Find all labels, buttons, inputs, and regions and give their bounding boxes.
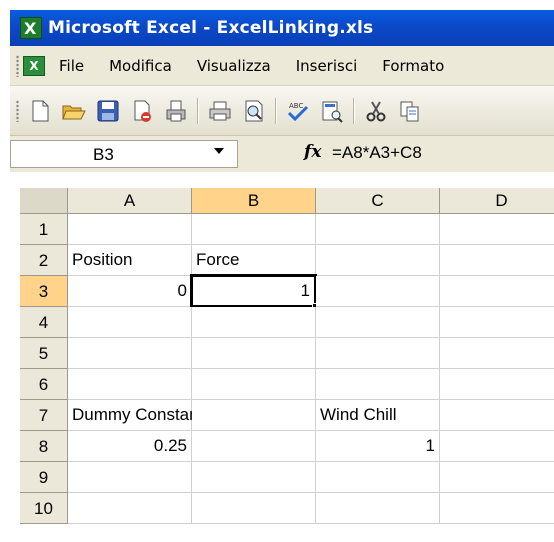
cell-a10[interactable] xyxy=(68,493,192,524)
menu-file[interactable]: File xyxy=(59,57,84,75)
cell-d6[interactable] xyxy=(440,369,554,400)
cell-b1[interactable] xyxy=(192,214,316,245)
row-header-1[interactable]: 1 xyxy=(20,214,68,245)
open-folder-icon[interactable] xyxy=(61,98,87,124)
toolbar-separator xyxy=(353,97,355,124)
insert-function-icon[interactable]: fx xyxy=(304,142,321,162)
window-title: Microsoft Excel - ExcelLinking.xls xyxy=(48,18,374,38)
cell-a8[interactable]: 0.25 xyxy=(68,431,192,462)
name-box-value: B3 xyxy=(93,145,114,164)
spelling-icon[interactable]: ABC xyxy=(285,98,311,124)
cell-c3[interactable] xyxy=(316,276,440,307)
row-header-10[interactable]: 10 xyxy=(20,493,68,524)
new-document-icon[interactable] xyxy=(27,98,53,124)
formula-input[interactable]: =A8*A3+C8 xyxy=(332,143,422,163)
cell-b2[interactable]: Force xyxy=(192,245,316,276)
cell-b3[interactable]: 1 xyxy=(190,274,317,308)
cell-a9[interactable] xyxy=(68,462,192,493)
excel-app-icon[interactable]: X xyxy=(20,17,42,39)
cell-d2[interactable] xyxy=(440,245,554,276)
research-icon[interactable] xyxy=(319,98,345,124)
cell-d3[interactable] xyxy=(440,276,554,307)
cell-c9[interactable] xyxy=(316,462,440,493)
menu-modifica[interactable]: Modifica xyxy=(109,57,172,75)
toolbar-grip-handle[interactable] xyxy=(16,99,19,122)
cell-b10[interactable] xyxy=(192,493,316,524)
toolbar-separator xyxy=(275,97,277,124)
cell-c4[interactable] xyxy=(316,307,440,338)
cell-c7[interactable]: Wind Chill xyxy=(316,400,440,431)
name-box[interactable]: B3 xyxy=(10,140,238,168)
print-preview-icon[interactable] xyxy=(241,98,267,124)
row-header-4[interactable]: 4 xyxy=(20,307,68,338)
workbook-icon[interactable]: X xyxy=(23,55,45,76)
row-header-7[interactable]: 7 xyxy=(20,400,68,431)
cell-a2[interactable]: Position xyxy=(68,245,192,276)
row-header-6[interactable]: 6 xyxy=(20,369,68,400)
menu-formato[interactable]: Formato xyxy=(382,57,444,75)
row-header-8[interactable]: 8 xyxy=(20,431,68,462)
cell-c8[interactable]: 1 xyxy=(316,431,440,462)
row-header-3[interactable]: 3 xyxy=(20,276,68,307)
save-icon[interactable] xyxy=(95,98,121,124)
cell-c6[interactable] xyxy=(316,369,440,400)
toolbar-grip-handle[interactable] xyxy=(16,54,19,77)
row-header-2[interactable]: 2 xyxy=(20,245,68,276)
menu-bar: X File Modifica Visualizza Inserisci For… xyxy=(10,46,554,86)
cell-a4[interactable] xyxy=(68,307,192,338)
cell-d5[interactable] xyxy=(440,338,554,369)
copy-icon[interactable] xyxy=(397,98,423,124)
row-header-5[interactable]: 5 xyxy=(20,338,68,369)
cut-icon[interactable] xyxy=(363,98,389,124)
cell-b5[interactable] xyxy=(192,338,316,369)
cell-b4[interactable] xyxy=(192,307,316,338)
menu-inserisci[interactable]: Inserisci xyxy=(296,57,358,75)
cell-d8[interactable] xyxy=(440,431,554,462)
cell-c10[interactable] xyxy=(316,493,440,524)
cell-b9[interactable] xyxy=(192,462,316,493)
toolbar-separator xyxy=(197,97,199,124)
cell-d7[interactable] xyxy=(440,400,554,431)
standard-toolbar: ABC xyxy=(10,86,554,136)
column-header-a[interactable]: A xyxy=(68,188,192,214)
cell-c5[interactable] xyxy=(316,338,440,369)
print-area-icon[interactable] xyxy=(163,98,189,124)
permission-icon[interactable] xyxy=(129,98,155,124)
cell-c2[interactable] xyxy=(316,245,440,276)
select-all-corner[interactable] xyxy=(20,188,68,214)
name-box-dropdown-icon[interactable] xyxy=(214,148,224,154)
cell-c1[interactable] xyxy=(316,214,440,245)
cell-d10[interactable] xyxy=(440,493,554,524)
cell-d4[interactable] xyxy=(440,307,554,338)
cell-b7[interactable] xyxy=(192,400,316,431)
cell-b8[interactable] xyxy=(192,431,316,462)
title-bar: X Microsoft Excel - ExcelLinking.xls xyxy=(10,10,554,46)
row-header-9[interactable]: 9 xyxy=(20,462,68,493)
print-icon[interactable] xyxy=(207,98,233,124)
column-header-b[interactable]: B xyxy=(192,188,316,214)
cell-a3[interactable]: 0 xyxy=(68,276,192,307)
column-header-d[interactable]: D xyxy=(440,188,554,214)
cell-a5[interactable] xyxy=(68,338,192,369)
formula-bar: B3 fx =A8*A3+C8 xyxy=(10,136,554,172)
cell-a6[interactable] xyxy=(68,369,192,400)
menu-visualizza[interactable]: Visualizza xyxy=(197,57,271,75)
column-header-c[interactable]: C xyxy=(316,188,440,214)
cell-b6[interactable] xyxy=(192,369,316,400)
cell-a7[interactable]: Dummy Constant xyxy=(68,400,203,431)
cell-a1[interactable] xyxy=(68,214,192,245)
cell-d1[interactable] xyxy=(440,214,554,245)
svg-text:ABC: ABC xyxy=(289,102,303,110)
cell-d9[interactable] xyxy=(440,462,554,493)
